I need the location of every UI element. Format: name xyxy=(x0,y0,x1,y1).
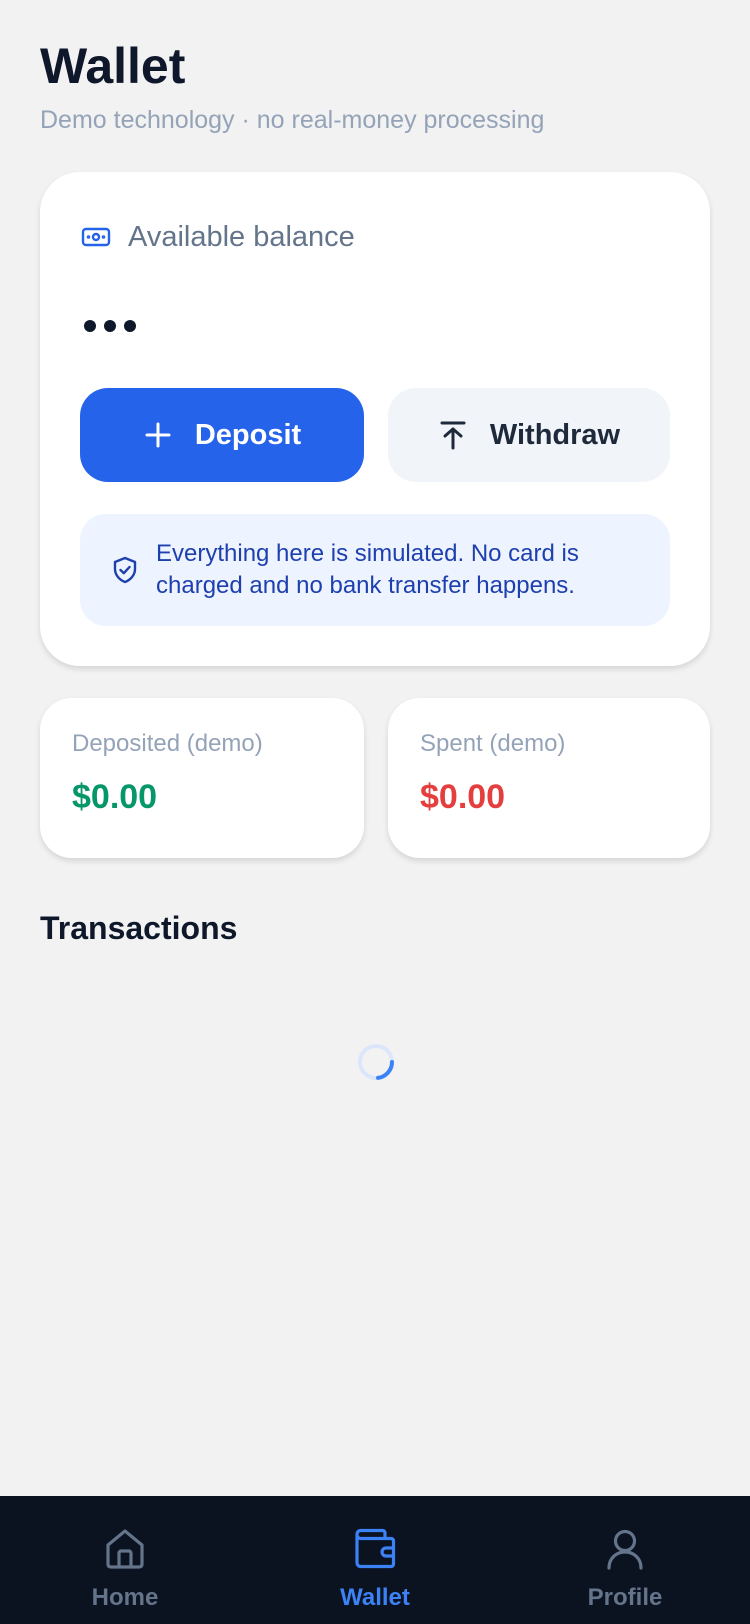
wallet-screen: Wallet Demo technology · no real-money p… xyxy=(0,0,750,1624)
nav-label-wallet: Wallet xyxy=(340,1584,410,1611)
page-title: Wallet xyxy=(40,38,186,94)
balance-card: Available balance Deposit Withdraw Every… xyxy=(40,172,710,666)
transactions-title: Transactions xyxy=(40,910,238,946)
bottom-navigation: Home Wallet Profile xyxy=(0,1496,750,1624)
page-subtitle: Demo technology · no real-money processi… xyxy=(40,106,545,134)
notice-text: Everything here is simulated. No card is… xyxy=(156,540,579,599)
balance-loading-indicator xyxy=(84,320,136,332)
deposit-button-label: Deposit xyxy=(194,418,302,451)
balance-label: Available balance xyxy=(128,220,355,253)
spent-label: Spent (demo) xyxy=(420,730,566,757)
plus-icon xyxy=(145,422,171,448)
profile-icon xyxy=(607,1529,643,1570)
loading-dot xyxy=(84,320,96,332)
page-header: Wallet Demo technology · no real-money p… xyxy=(40,36,544,135)
deposited-value: $0.00 xyxy=(72,778,158,816)
nav-label-home: Home xyxy=(91,1584,159,1611)
withdraw-button[interactable]: Withdraw xyxy=(388,388,670,482)
spent-stat-card: Spent (demo) $0.00 xyxy=(388,698,710,858)
loading-dot xyxy=(124,320,136,332)
nav-item-home[interactable]: Home xyxy=(45,1526,205,1612)
withdraw-button-label: Withdraw xyxy=(489,418,621,451)
spent-value: $0.00 xyxy=(420,778,506,816)
wallet-icon xyxy=(355,1528,396,1569)
deposited-stat-card: Deposited (demo) $0.00 xyxy=(40,698,364,858)
nav-label-profile: Profile xyxy=(587,1584,663,1611)
loading-spinner-icon xyxy=(358,1044,395,1080)
upload-arrow-icon xyxy=(440,421,466,450)
home-icon xyxy=(106,1529,144,1569)
nav-item-wallet[interactable]: Wallet xyxy=(295,1526,455,1612)
deposited-label: Deposited (demo) xyxy=(72,730,263,757)
loading-dot xyxy=(104,320,116,332)
cash-icon xyxy=(81,227,111,247)
nav-item-profile[interactable]: Profile xyxy=(545,1526,705,1612)
simulation-notice: Everything here is simulated. No card is… xyxy=(80,514,670,626)
deposit-button[interactable]: Deposit xyxy=(80,388,364,482)
shield-check-icon xyxy=(113,556,137,584)
balance-label-row: Available balance xyxy=(80,212,355,262)
